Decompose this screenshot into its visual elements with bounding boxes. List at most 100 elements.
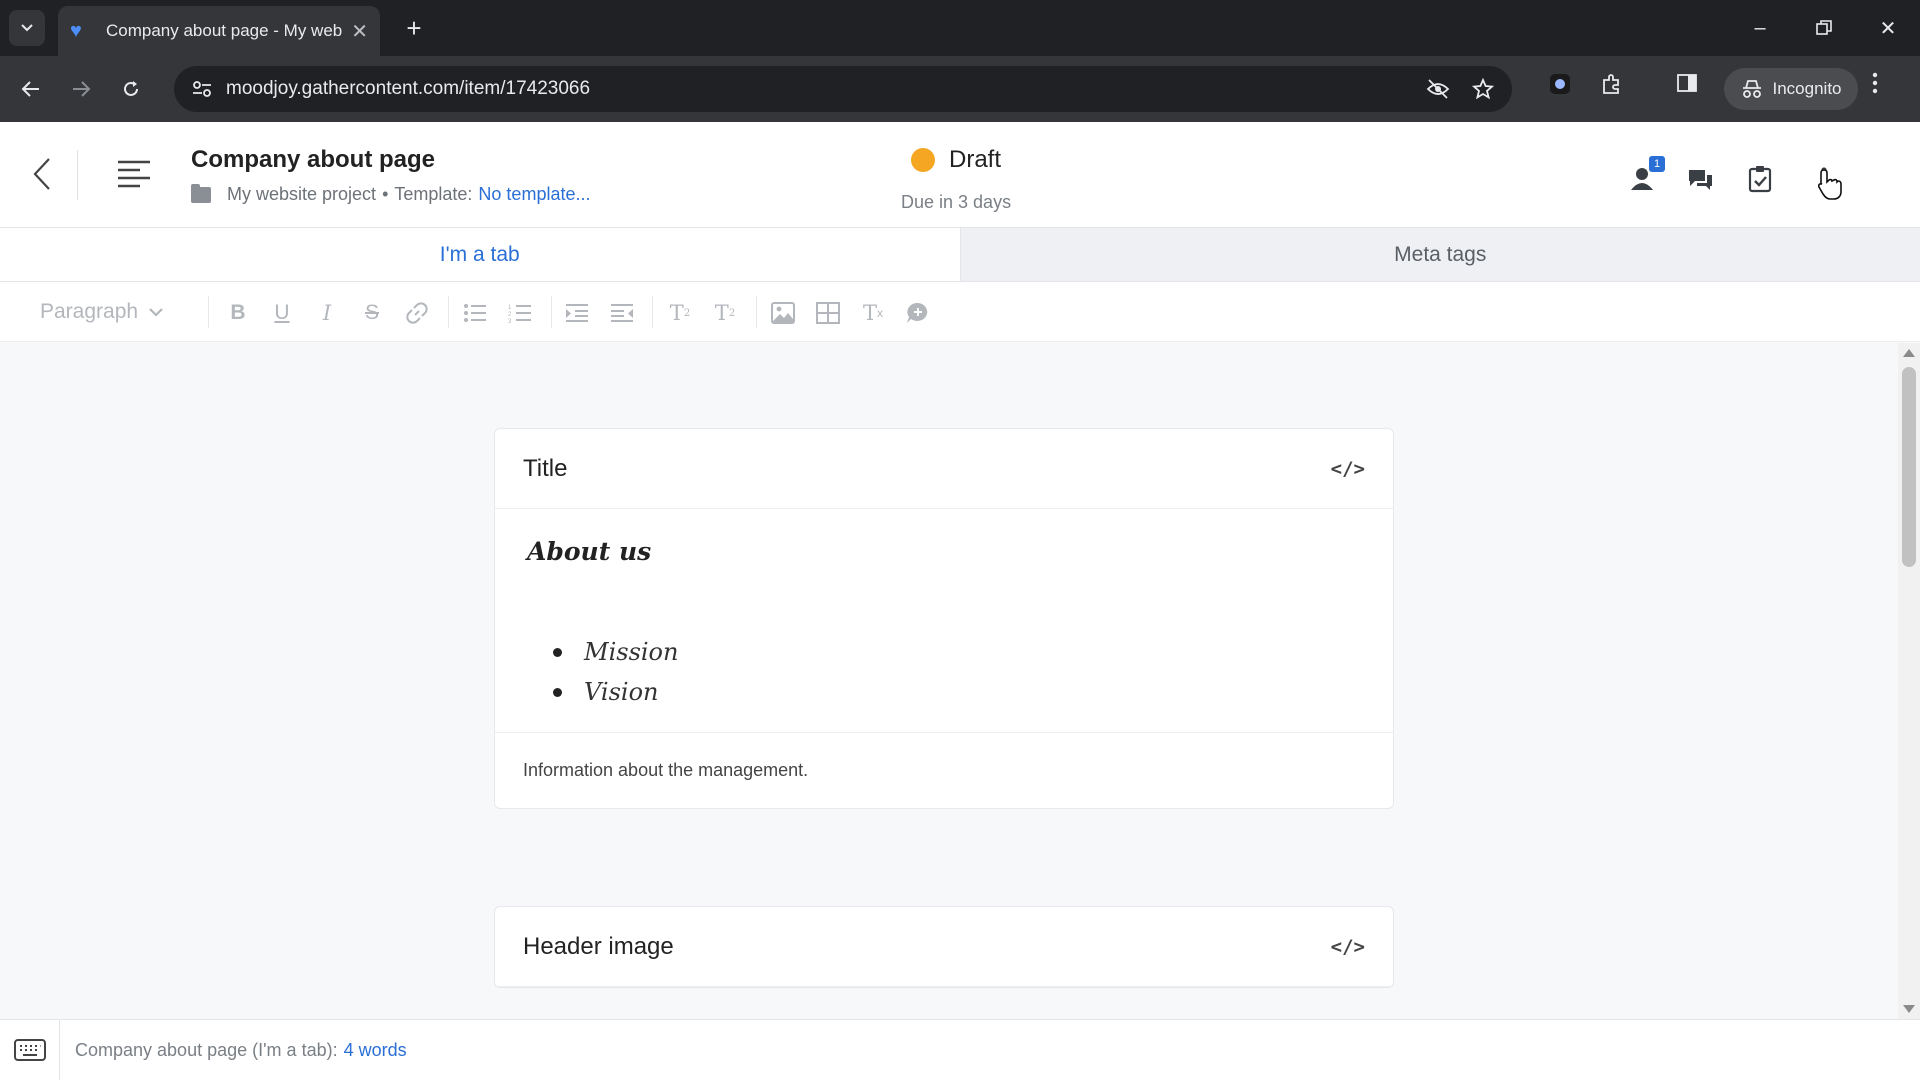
forward-button[interactable] (62, 70, 100, 108)
puzzle-icon[interactable] (1600, 72, 1624, 96)
svg-text:2: 2 (508, 312, 512, 318)
underline-icon[interactable]: U (267, 298, 297, 328)
star-icon[interactable] (1472, 78, 1494, 100)
header-divider (77, 150, 78, 200)
field-card-header-image: Header image </> (494, 906, 1394, 988)
field-description: Information about the management. (495, 732, 1393, 808)
field-name: Title (523, 454, 568, 482)
content-tabs: I'm a tab Meta tags (0, 228, 1920, 282)
status-dot (911, 148, 935, 172)
tasks-button[interactable] (1743, 162, 1777, 196)
bullet-list-icon[interactable] (460, 298, 490, 328)
field-name: Header image (523, 932, 674, 960)
back-to-list-button[interactable] (22, 152, 62, 196)
due-date: Due in 3 days (901, 192, 1012, 212)
link-icon[interactable] (402, 298, 432, 328)
outdent-icon[interactable] (607, 298, 637, 328)
restore-button[interactable] (1804, 8, 1844, 48)
incognito-profile[interactable]: Incognito (1724, 68, 1858, 110)
italic-icon[interactable]: I (312, 298, 342, 328)
toolbar-separator (652, 296, 653, 328)
align-left-icon (118, 160, 150, 188)
chevron-down-icon (149, 308, 163, 317)
superscript-icon[interactable]: T2 (710, 298, 740, 328)
chrome-menu-button[interactable] (1872, 72, 1878, 99)
indent-icon[interactable] (562, 298, 592, 328)
eye-off-icon[interactable] (1426, 79, 1450, 99)
side-panel-icon[interactable] (1676, 72, 1698, 94)
editor-canvas: Title </> About us Mission Vision Inform… (0, 343, 1898, 1019)
list-item[interactable]: Vision (553, 672, 1361, 712)
incognito-icon (1742, 80, 1761, 98)
outline-toggle-button[interactable] (112, 152, 156, 196)
table-icon[interactable] (813, 298, 843, 328)
paragraph-format-select[interactable]: Paragraph (28, 294, 192, 330)
scroll-up-arrow[interactable] (1903, 349, 1915, 357)
rich-text-field-editor[interactable]: About us Mission Vision (495, 509, 1393, 732)
address-bar[interactable]: moodjoy.gathercontent.com/item/17423066 (174, 66, 1512, 112)
chevron-down-icon (21, 24, 33, 32)
reload-icon (124, 81, 138, 96)
template-link[interactable]: No template... (478, 184, 590, 205)
word-count-summary: Company about page (I'm a tab): (75, 1039, 338, 1060)
chat-icon (1689, 170, 1712, 190)
tab-meta-tags[interactable]: Meta tags (959, 228, 1920, 281)
arrow-right-icon (73, 81, 91, 97)
code-icon[interactable]: </> (1331, 936, 1365, 958)
paragraph-format-value: Paragraph (40, 300, 139, 323)
toolbar-separator (551, 296, 552, 328)
item-title: Company about page (191, 146, 436, 173)
keyboard-icon (13, 1039, 46, 1061)
editor-toolbar: Paragraph B U I S 123 T2 T2 Tx (0, 282, 1920, 342)
subscript-icon[interactable]: T2 (665, 298, 695, 328)
assignees-button[interactable]: 1 (1627, 156, 1665, 196)
new-tab-button[interactable]: + (398, 12, 430, 44)
word-count[interactable]: 4 words (344, 1040, 407, 1061)
mouse-cursor-icon (1817, 168, 1842, 205)
svg-text:1: 1 (508, 305, 512, 311)
comment-icon[interactable] (903, 298, 933, 328)
project-link[interactable]: My website project (227, 184, 376, 205)
reload-button[interactable] (112, 70, 150, 108)
scrollbar-thumb[interactable] (1902, 367, 1916, 567)
close-icon[interactable]: ✕ (351, 19, 368, 44)
code-icon[interactable]: </> (1331, 458, 1365, 480)
svg-text:3: 3 (508, 319, 512, 323)
chevron-left-icon (33, 158, 50, 190)
numbered-list-icon[interactable]: 123 (505, 298, 535, 328)
list-item[interactable]: Mission (553, 632, 1361, 672)
breadcrumb: My website project • Template: No templa… (191, 183, 590, 205)
restore-icon (1816, 20, 1832, 35)
field-header: Title </> (495, 429, 1393, 509)
browser-tab-active[interactable]: ♥ Company about page - My web ✕ (58, 6, 380, 56)
arrow-left-icon (21, 81, 39, 97)
scroll-down-arrow[interactable] (1903, 1005, 1915, 1013)
browser-tabstrip: ♥ Company about page - My web ✕ + – ✕ (0, 0, 1920, 56)
status-bar: Company about page (I'm a tab): 4 words (0, 1019, 1920, 1080)
clear-format-icon[interactable]: Tx (858, 298, 888, 328)
image-icon[interactable] (768, 298, 798, 328)
toolbar-separator (448, 296, 449, 328)
toolbar-separator (756, 296, 757, 328)
bold-icon[interactable]: B (223, 298, 253, 328)
keyboard-shortcuts-button[interactable] (0, 1020, 60, 1080)
tab-im-a-tab[interactable]: I'm a tab (0, 228, 960, 281)
browser-tab-title: Company about page - My web (106, 21, 343, 40)
browser-toolbar: moodjoy.gathercontent.com/item/17423066 … (0, 56, 1920, 122)
breadcrumb-separator: • (382, 184, 389, 204)
field-header: Header image </> (495, 907, 1393, 987)
status-selector[interactable]: Draft (911, 146, 1001, 174)
clipboard-check-icon (1748, 166, 1772, 193)
tab-search-button[interactable] (9, 10, 45, 46)
status-label: Draft (949, 146, 1002, 173)
content-heading[interactable]: About us (527, 537, 1361, 566)
close-window-button[interactable]: ✕ (1868, 8, 1908, 48)
field-card-title: Title </> About us Mission Vision Inform… (494, 428, 1394, 809)
back-button[interactable] (12, 70, 50, 108)
comments-button[interactable] (1683, 162, 1717, 196)
extension-icon[interactable] (1548, 72, 1572, 96)
strikethrough-icon[interactable]: S (357, 298, 387, 328)
site-settings-icon[interactable] (192, 80, 212, 98)
vertical-scrollbar[interactable] (1898, 343, 1920, 1019)
minimize-button[interactable]: – (1740, 8, 1780, 48)
